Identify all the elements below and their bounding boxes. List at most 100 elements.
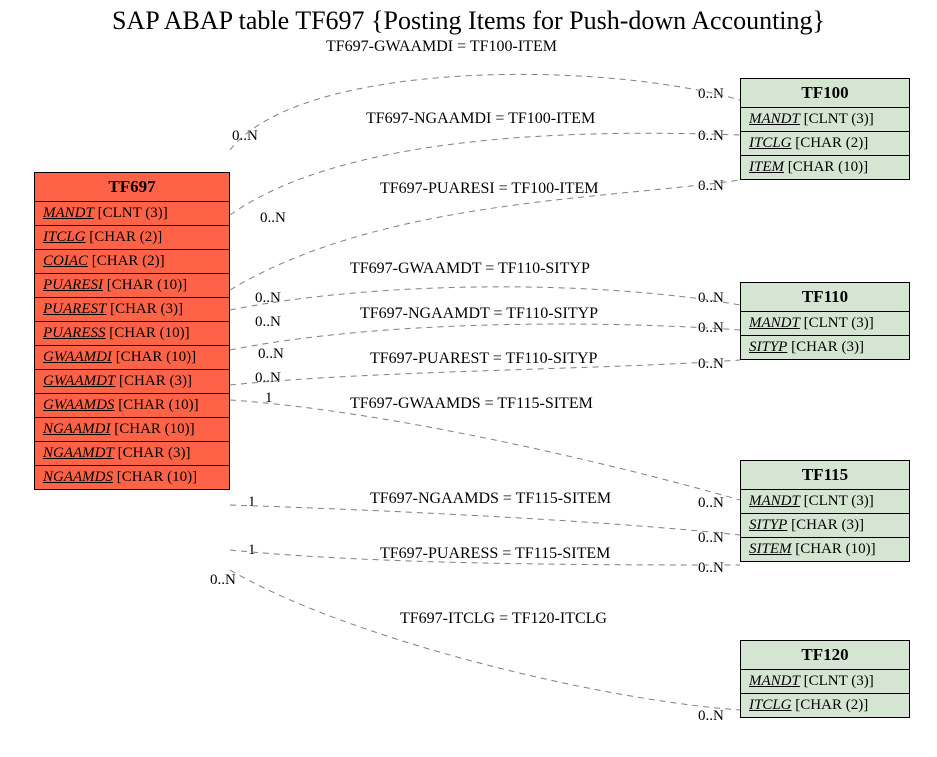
field-name: NGAAMDS <box>43 469 113 485</box>
relation-label: TF697-NGAAMDI = TF100-ITEM <box>366 110 595 128</box>
entity-field: SITEM [CHAR (10)] <box>741 538 909 561</box>
diagram-title: SAP ABAP table TF697 {Posting Items for … <box>0 6 937 36</box>
field-name: GWAAMDS <box>43 397 114 413</box>
cardinality: 0..N <box>260 210 286 227</box>
cardinality: 1 <box>265 390 273 407</box>
cardinality: 0..N <box>698 495 724 512</box>
entity-tf115: TF115 MANDT [CLNT (3)] SITYP [CHAR (3)] SI… <box>740 460 910 562</box>
field-name: MANDT <box>749 673 800 689</box>
field-type: [CHAR (10)] <box>784 159 868 175</box>
field-type: [CHAR (3)] <box>106 301 183 317</box>
field-name: ITCLG <box>749 135 792 151</box>
entity-field: PUARESS [CHAR (10)] <box>35 322 229 346</box>
cardinality: 0..N <box>698 86 724 103</box>
entity-field: MANDT [CLNT (3)] <box>741 670 909 694</box>
relation-label: TF697-PUARESS = TF115-SITEM <box>380 545 610 563</box>
field-type: [CHAR (3)] <box>114 445 191 461</box>
cardinality: 0..N <box>698 128 724 145</box>
entity-field: NGAAMDI [CHAR (10)] <box>35 418 229 442</box>
entity-field: MANDT [CLNT (3)] <box>35 202 229 226</box>
entity-tf115-header: TF115 <box>741 461 909 490</box>
field-type: [CHAR (10)] <box>105 325 189 341</box>
entity-tf100-header: TF100 <box>741 79 909 108</box>
cardinality: 0..N <box>210 572 236 589</box>
field-type: [CHAR (2)] <box>792 697 869 713</box>
cardinality: 0..N <box>698 290 724 307</box>
relation-label: TF697-ITCLG = TF120-ITCLG <box>400 610 607 628</box>
field-name: PUAREST <box>43 301 106 317</box>
field-type: [CHAR (10)] <box>792 541 876 557</box>
field-type: [CHAR (3)] <box>115 373 192 389</box>
relation-label: TF697-NGAAMDT = TF110-SITYP <box>360 305 598 323</box>
field-type: [CHAR (2)] <box>86 229 163 245</box>
field-name: SITEM <box>749 541 792 557</box>
field-type: [CHAR (10)] <box>113 469 197 485</box>
cardinality: 0..N <box>698 320 724 337</box>
entity-tf100: TF100 MANDT [CLNT (3)]ITCLG [CHAR (2)]IT… <box>740 78 910 180</box>
field-type: [CHAR (2)] <box>88 253 165 269</box>
entity-tf697-header: TF697 <box>35 173 229 202</box>
entity-field: COIAC [CHAR (2)] <box>35 250 229 274</box>
entity-field: GWAAMDS [CHAR (10)] <box>35 394 229 418</box>
entity-field: MANDT [CLNT (3)] <box>741 108 909 132</box>
relation-label: TF697-GWAAMDS = TF115-SITEM <box>350 395 593 413</box>
field-name: ITCLG <box>749 697 792 713</box>
entity-field: GWAAMDI [CHAR (10)] <box>35 346 229 370</box>
entity-field: SITYP [CHAR (3)] <box>741 336 909 359</box>
field-name: COIAC <box>43 253 88 269</box>
entity-field: MANDT [CLNT (3)] <box>741 490 909 514</box>
cardinality: 0..N <box>698 560 724 577</box>
field-type: [CHAR (2)] <box>792 135 869 151</box>
cardinality: 0..N <box>255 370 281 387</box>
field-name: GWAAMDT <box>43 373 115 389</box>
field-name: MANDT <box>749 111 800 127</box>
cardinality: 0..N <box>255 290 281 307</box>
entity-field: MANDT [CLNT (3)] <box>741 312 909 336</box>
relation-label: TF697-GWAAMDT = TF110-SITYP <box>350 260 590 278</box>
field-name: PUARESI <box>43 277 103 293</box>
field-name: NGAAMDT <box>43 445 114 461</box>
cardinality: 0..N <box>698 178 724 195</box>
entity-field: PUAREST [CHAR (3)] <box>35 298 229 322</box>
field-type: [CHAR (3)] <box>787 517 864 533</box>
cardinality: 1 <box>248 494 256 511</box>
entity-tf110: TF110 MANDT [CLNT (3)]SITYP [CHAR (3)] <box>740 282 910 360</box>
entity-tf120: TF120 MANDT [CLNT (3)] ITCLG [CHAR (2)] <box>740 640 910 718</box>
cardinality: 0..N <box>255 314 281 331</box>
field-name: ITEM <box>749 159 784 175</box>
entity-tf697: TF697 MANDT [CLNT (3)]ITCLG [CHAR (2)]CO… <box>34 172 230 490</box>
relation-label: TF697-PUARESI = TF100-ITEM <box>380 180 599 198</box>
field-name: PUARESS <box>43 325 105 341</box>
cardinality: 0..N <box>698 356 724 373</box>
entity-field: ITEM [CHAR (10)] <box>741 156 909 179</box>
cardinality: 0..N <box>698 530 724 547</box>
field-type: [CHAR (10)] <box>103 277 187 293</box>
cardinality: 0..N <box>258 346 284 363</box>
entity-field: ITCLG [CHAR (2)] <box>741 132 909 156</box>
entity-tf120-header: TF120 <box>741 641 909 670</box>
field-name: MANDT <box>749 315 800 331</box>
cardinality: 0..N <box>232 128 258 145</box>
field-type: [CLNT (3)] <box>800 673 874 689</box>
relation-label: TF697-GWAAMDI = TF100-ITEM <box>326 38 557 56</box>
field-name: NGAAMDI <box>43 421 111 437</box>
entity-tf110-header: TF110 <box>741 283 909 312</box>
field-type: [CHAR (3)] <box>787 339 864 355</box>
field-type: [CHAR (10)] <box>112 349 196 365</box>
field-type: [CLNT (3)] <box>94 205 168 221</box>
cardinality: 1 <box>248 542 256 559</box>
entity-field: NGAAMDT [CHAR (3)] <box>35 442 229 466</box>
field-name: MANDT <box>749 493 800 509</box>
field-type: [CHAR (10)] <box>111 421 195 437</box>
relation-label: TF697-NGAAMDS = TF115-SITEM <box>370 490 611 508</box>
field-name: SITYP <box>749 517 787 533</box>
entity-field: PUARESI [CHAR (10)] <box>35 274 229 298</box>
entity-field: ITCLG [CHAR (2)] <box>35 226 229 250</box>
field-type: [CLNT (3)] <box>800 315 874 331</box>
field-type: [CLNT (3)] <box>800 493 874 509</box>
field-name: SITYP <box>749 339 787 355</box>
field-name: ITCLG <box>43 229 86 245</box>
field-name: MANDT <box>43 205 94 221</box>
entity-field: NGAAMDS [CHAR (10)] <box>35 466 229 489</box>
field-type: [CHAR (10)] <box>114 397 198 413</box>
